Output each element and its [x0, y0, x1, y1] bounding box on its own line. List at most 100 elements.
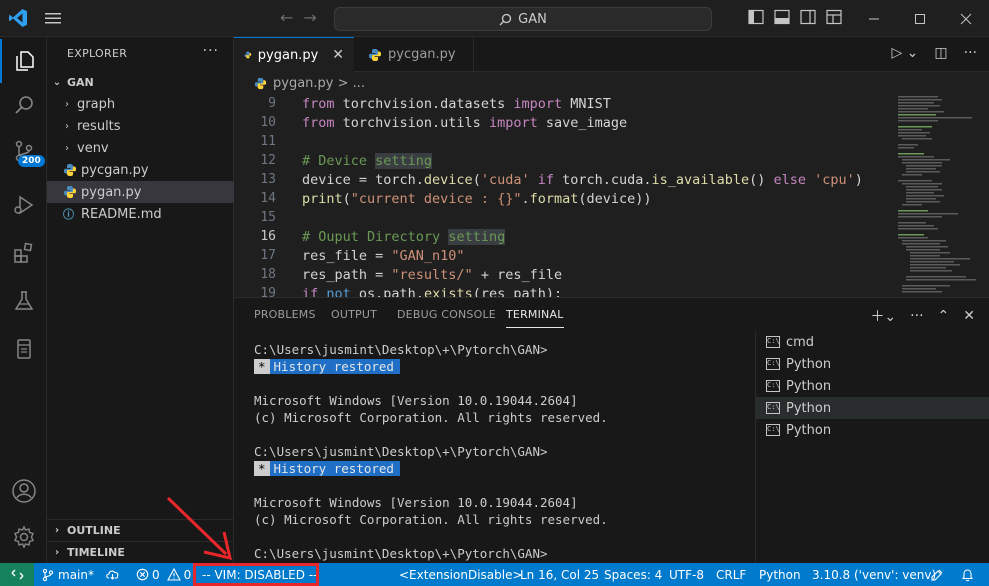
- terminal-instance[interactable]: C:\ Python: [756, 397, 989, 419]
- run-debug-activity[interactable]: [0, 183, 47, 227]
- code-token: MNIST: [562, 95, 611, 112]
- close-icon[interactable]: ✕: [332, 47, 344, 63]
- minimize-icon[interactable]: [851, 0, 897, 37]
- tree-item-label: pycgan.py: [81, 162, 149, 178]
- tab-output[interactable]: OUTPUT: [331, 308, 377, 321]
- chevron-right-icon: ›: [54, 547, 60, 558]
- notifications-bell-icon[interactable]: [961, 563, 974, 586]
- extensions-activity[interactable]: [0, 231, 47, 275]
- manage-activity[interactable]: [0, 515, 47, 559]
- feedback-icon[interactable]: [930, 563, 944, 586]
- tree-item-readme[interactable]: ⓘ README.md: [47, 203, 234, 225]
- minimap-preview: [898, 96, 976, 293]
- code-line[interactable]: 11: [234, 132, 890, 151]
- close-window-icon[interactable]: [943, 0, 989, 37]
- sidebar-more-actions[interactable]: ···: [203, 43, 219, 59]
- tree-item-label: pygan.py: [81, 184, 142, 200]
- files-icon: [15, 51, 34, 71]
- code-line[interactable]: 10 from torchvision.utils import save_ima…: [234, 113, 890, 132]
- history-restored-badge: * History restored: [254, 359, 400, 374]
- terminal-instance[interactable]: C:\ Python: [756, 353, 989, 375]
- encoding-status[interactable]: UTF-8: [669, 563, 704, 586]
- tree-item-pycgan[interactable]: pycgan.py: [47, 159, 234, 181]
- code-editor[interactable]: 9 from torchvision.datasets import MNIST 1…: [234, 94, 890, 297]
- code-token: .: [521, 190, 530, 207]
- tree-item-venv[interactable]: › venv: [47, 137, 234, 159]
- code-token: "results/": [391, 266, 473, 283]
- code-line[interactable]: 15: [234, 208, 890, 227]
- explorer-activity[interactable]: [0, 39, 47, 83]
- code-line[interactable]: 9 from torchvision.datasets import MNIST: [234, 94, 890, 113]
- code-line[interactable]: 13 device = torch.device('cuda' if torch.…: [234, 170, 890, 189]
- indentation-status[interactable]: Spaces: 4: [604, 563, 662, 586]
- tree-item-results[interactable]: › results: [47, 115, 234, 137]
- terminal-icon: C:\: [766, 402, 780, 414]
- tree-item-pygan[interactable]: pygan.py: [47, 181, 234, 203]
- tab-debug-console[interactable]: DEBUG CONSOLE: [397, 308, 496, 321]
- workspace-root[interactable]: ⌄ GAN: [47, 71, 234, 93]
- tree-item-label: venv: [77, 140, 109, 156]
- tree-item-label: README.md: [81, 206, 162, 222]
- split-editor-icon[interactable]: ◫: [934, 45, 947, 61]
- code-token: (): [749, 171, 774, 188]
- new-terminal-icon[interactable]: ＋⌄: [870, 306, 896, 326]
- code-line[interactable]: 17 res_file = "GAN_n10": [234, 246, 890, 265]
- code-line[interactable]: 18 res_path = "results/" + res_file: [234, 265, 890, 284]
- vscode-logo-icon[interactable]: [8, 8, 28, 28]
- more-actions-icon[interactable]: ···: [964, 45, 977, 61]
- nav-back-button[interactable]: ←: [280, 8, 303, 27]
- code-token: res_file =: [302, 247, 392, 264]
- toggle-secondary-sidebar-icon[interactable]: [800, 9, 816, 25]
- breadcrumb-text[interactable]: pygan.py > ...: [273, 76, 365, 91]
- more-actions-icon[interactable]: ···: [910, 308, 923, 324]
- close-panel-icon[interactable]: ✕: [963, 308, 975, 324]
- remote-explorer-icon: [16, 339, 31, 359]
- language-mode[interactable]: Python: [759, 563, 801, 586]
- tab-pycgan[interactable]: pycgan.py: [354, 37, 474, 72]
- code-line[interactable]: 14 print("current device : {}".format(dev…: [234, 189, 890, 208]
- nav-forward-button[interactable]: →: [303, 8, 326, 27]
- remote-indicator-icon[interactable]: [0, 563, 34, 586]
- testing-activity[interactable]: [0, 279, 47, 323]
- terminal-instance[interactable]: C:\ Python: [756, 375, 989, 397]
- code-token: print: [302, 190, 343, 207]
- branch-indicator[interactable]: main*: [42, 563, 94, 586]
- terminal-instance[interactable]: C:\ cmd: [756, 331, 989, 353]
- terminal-instance[interactable]: C:\ Python: [756, 419, 989, 441]
- tab-terminal[interactable]: TERMINAL: [506, 308, 564, 328]
- command-center-search[interactable]: GAN: [334, 7, 712, 31]
- code-token: 'cpu': [806, 171, 855, 188]
- toggle-panel-icon[interactable]: [774, 9, 790, 25]
- search-activity[interactable]: [0, 83, 47, 127]
- customize-layout-icon[interactable]: [826, 9, 842, 25]
- cursor-position[interactable]: Ln 16, Col 25: [520, 563, 599, 586]
- eol-status[interactable]: CRLF: [716, 563, 746, 586]
- tab-pygan[interactable]: pygan.py ✕: [234, 37, 354, 72]
- line-number: 15: [260, 210, 276, 225]
- sync-icon[interactable]: [105, 563, 120, 586]
- code-line[interactable]: 12 # Device setting: [234, 151, 890, 170]
- source-control-activity[interactable]: 200: [0, 129, 47, 173]
- history-text: History restored: [273, 461, 394, 476]
- terminal-icon: C:\: [766, 336, 780, 348]
- tab-problems[interactable]: PROBLEMS: [254, 308, 316, 321]
- toggle-primary-sidebar-icon[interactable]: [748, 9, 764, 25]
- chevron-right-icon: ›: [65, 142, 69, 154]
- terminal-output[interactable]: C:\Users\jusmint\Desktop\+\Pytorch\GAN> *…: [254, 342, 754, 563]
- remote-explorer-activity[interactable]: [0, 327, 47, 371]
- maximize-icon[interactable]: [897, 0, 943, 37]
- run-play-icon[interactable]: ▷ ⌄: [891, 45, 918, 61]
- python-interpreter[interactable]: 3.10.8 ('venv': venv): [812, 563, 936, 586]
- code-line[interactable]: 16 # Ouput Directory setting: [234, 227, 890, 246]
- tree-item-graph[interactable]: › graph: [47, 93, 234, 115]
- menu-hamburger-icon[interactable]: [44, 10, 62, 26]
- code-line[interactable]: 19 if not os.path.exists(res_path):: [234, 284, 890, 298]
- line-source: res_path = "results/" + res_file: [302, 267, 562, 283]
- accounts-activity[interactable]: [0, 469, 47, 513]
- extension-status[interactable]: <ExtensionDisable>: [399, 563, 523, 586]
- minimap[interactable]: [890, 94, 989, 297]
- error-count: 0: [152, 567, 160, 582]
- maximize-panel-icon[interactable]: ⌃: [938, 308, 950, 324]
- code-token: format: [529, 190, 579, 207]
